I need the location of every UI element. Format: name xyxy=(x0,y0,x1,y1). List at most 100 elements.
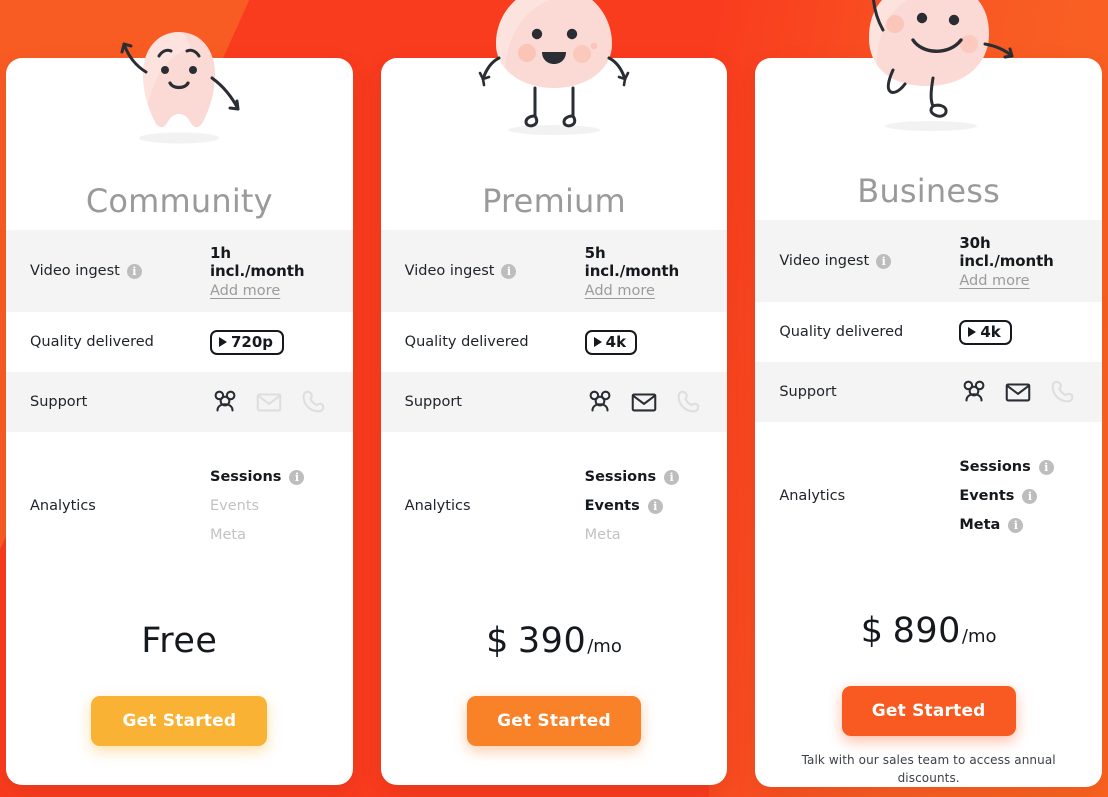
feature-value-quality: 4k xyxy=(957,319,1078,345)
feature-row-support: Support xyxy=(6,372,353,432)
analytics-label: Sessions xyxy=(584,469,657,485)
info-icon[interactable]: i xyxy=(664,469,680,485)
get-started-button[interactable]: Get Started xyxy=(466,696,641,746)
feature-value-video-ingest: 1h incl./month Add more xyxy=(208,244,329,299)
analytics-item-meta: Meta xyxy=(210,526,304,543)
price-business: $ 890 /mo xyxy=(861,614,997,649)
pricing-card-community: Community Video ingest i 1h incl./month … xyxy=(6,32,353,785)
card-header-business: Business xyxy=(755,0,1102,220)
analytics-item-events: Events i xyxy=(959,488,1053,504)
price-community: Free xyxy=(141,624,217,659)
get-started-button[interactable]: Get Started xyxy=(91,696,268,746)
info-icon[interactable]: i xyxy=(501,263,517,279)
feature-label-analytics: Analytics xyxy=(404,498,471,514)
feature-label-support: Support xyxy=(404,394,462,410)
info-icon[interactable]: i xyxy=(876,253,892,269)
quality-badge: 720p xyxy=(210,329,285,355)
play-icon xyxy=(219,337,227,347)
phone-icon[interactable] xyxy=(1047,377,1077,407)
feature-label-video-ingest: Video ingest i xyxy=(30,263,208,279)
feature-rows-business: Video ingest i 30h incl./month Add more … xyxy=(755,220,1102,571)
ingest-amount: 1h incl./month xyxy=(210,243,305,280)
feature-rows-premium: Video ingest i 5h incl./month Add more Q… xyxy=(380,230,728,580)
analytics-item-events: Events xyxy=(210,499,304,514)
sales-note: Talk with our sales team to access annua… xyxy=(801,753,1056,785)
feature-row-video-ingest: Video ingest i 5h incl./month Add more xyxy=(380,230,728,312)
price-amount: 890 xyxy=(892,611,961,652)
info-icon[interactable]: i xyxy=(1008,517,1024,533)
price-amount: Free xyxy=(141,621,218,661)
feature-row-support: Support xyxy=(380,372,728,432)
feature-row-quality: Quality delivered 4k xyxy=(755,302,1102,363)
price-currency: $ xyxy=(486,621,509,661)
get-started-button[interactable]: Get Started xyxy=(841,686,1016,737)
info-icon[interactable]: i xyxy=(1022,488,1038,504)
info-icon[interactable]: i xyxy=(647,498,663,514)
feature-label-text: Video ingest xyxy=(30,263,120,279)
analytics-item-sessions: Sessions i xyxy=(584,469,680,485)
analytics-label: Sessions xyxy=(210,469,282,486)
info-icon[interactable]: i xyxy=(1038,459,1054,475)
feature-label-analytics: Analytics xyxy=(779,488,846,505)
feature-value-video-ingest: 5h incl./month Add more xyxy=(583,244,704,299)
price-currency: $ xyxy=(860,611,884,652)
quality-text: 4k xyxy=(605,332,627,351)
support-icon-group xyxy=(585,387,703,417)
feature-row-video-ingest: Video ingest i 1h incl./month Add more xyxy=(6,230,353,312)
feature-label-analytics: Analytics xyxy=(30,498,96,514)
add-more-link[interactable]: Add more xyxy=(210,283,280,299)
email-icon[interactable] xyxy=(1003,377,1033,407)
feature-value-quality: 720p xyxy=(208,329,329,355)
analytics-label: Meta xyxy=(210,526,247,543)
pricing-card-business: Business Video ingest i 30h incl./month … xyxy=(755,0,1102,787)
card-header-community: Community xyxy=(6,32,353,230)
ingest-amount: 30h incl./month xyxy=(959,233,1054,270)
feature-label-text: Video ingest xyxy=(779,253,870,270)
card-footer-premium: $ 390 /mo Get Started xyxy=(381,580,728,785)
feature-value-support xyxy=(957,377,1078,407)
support-icon-group xyxy=(210,387,328,417)
standing-blob-mascot xyxy=(478,0,630,135)
jumping-blob-mascot xyxy=(868,0,1014,131)
community-icon[interactable] xyxy=(585,387,615,417)
community-icon[interactable] xyxy=(959,377,989,407)
email-icon[interactable] xyxy=(254,387,284,417)
add-more-link[interactable]: Add more xyxy=(585,283,655,299)
feature-value-quality: 4k xyxy=(583,329,704,355)
card-header-premium: Premium xyxy=(381,0,728,230)
feature-value-video-ingest: 30h incl./month Add more xyxy=(957,234,1078,289)
analytics-list: Sessions i Events Meta xyxy=(210,469,305,543)
analytics-label: Meta xyxy=(584,526,621,543)
feature-row-quality: Quality delivered 720p xyxy=(6,312,353,372)
feature-value-analytics: Sessions i Events Meta xyxy=(208,470,329,542)
feature-label-text: Video ingest xyxy=(404,263,495,279)
feature-label-quality: Quality delivered xyxy=(779,324,904,341)
waving-blob-mascot xyxy=(120,32,240,144)
card-footer-business: $ 890 /mo Get Started Talk with our sale… xyxy=(755,570,1102,787)
quality-text: 720p xyxy=(231,332,274,351)
add-more-link[interactable]: Add more xyxy=(959,273,1029,289)
info-icon[interactable]: i xyxy=(126,263,142,279)
feature-rows-community: Video ingest i 1h incl./month Add more Q… xyxy=(6,230,353,580)
feature-row-video-ingest: Video ingest i 30h incl./month Add more xyxy=(755,220,1102,303)
ingest-amount: 5h incl./month xyxy=(584,243,680,280)
play-icon xyxy=(968,327,977,338)
quality-badge: 4k xyxy=(959,319,1012,345)
quality-text: 4k xyxy=(980,322,1001,341)
phone-icon[interactable] xyxy=(673,387,703,417)
analytics-item-sessions: Sessions i xyxy=(210,469,305,486)
feature-value-support xyxy=(583,387,704,417)
feature-row-support: Support xyxy=(755,362,1102,423)
community-icon[interactable] xyxy=(210,387,240,417)
phone-icon[interactable] xyxy=(298,387,328,417)
feature-label-quality: Quality delivered xyxy=(404,334,529,350)
analytics-item-meta: Meta xyxy=(585,528,679,543)
plan-name-premium: Premium xyxy=(482,182,626,220)
email-icon[interactable] xyxy=(629,387,659,417)
analytics-list: Sessions i Events i Meta xyxy=(584,469,680,543)
analytics-label: Meta xyxy=(959,516,1001,533)
plan-name-business: Business xyxy=(857,172,1001,211)
info-icon[interactable]: i xyxy=(289,470,305,485)
pricing-card-premium: Premium Video ingest i 5h incl./month Ad… xyxy=(380,0,728,785)
card-footer-community: Free Get Started xyxy=(6,580,353,785)
